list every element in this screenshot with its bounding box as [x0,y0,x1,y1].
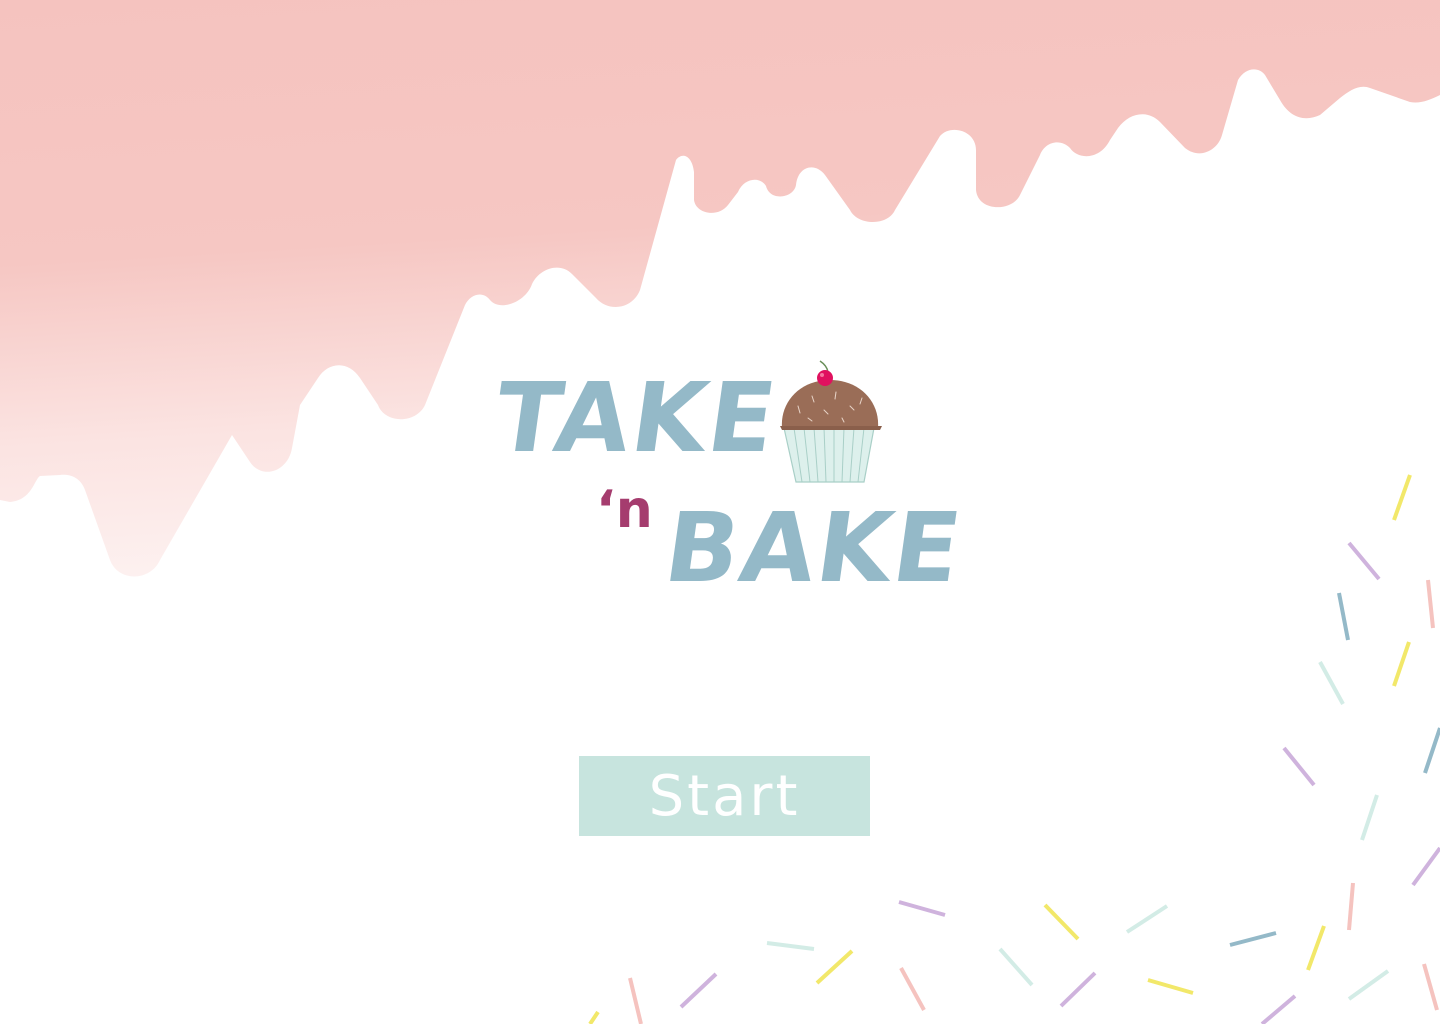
title-screen: TAKE ‘n BAKE Start [0,0,1440,1024]
game-logo: TAKE ‘n BAKE [480,350,969,620]
cupcake-icon [780,360,882,483]
logo-word-bake: BAKE [658,492,970,604]
start-button[interactable]: Start [579,756,870,836]
logo-word-take: TAKE [488,362,785,474]
logo-word-n: ‘n [596,480,653,540]
